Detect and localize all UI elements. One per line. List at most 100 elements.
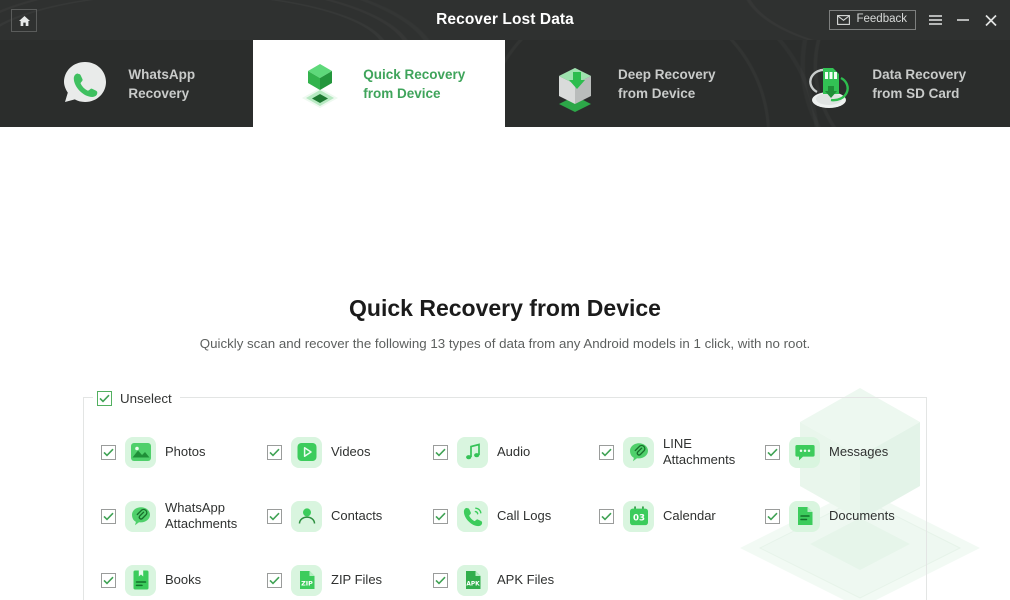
page-description: Quickly scan and recover the following 1… xyxy=(199,336,811,351)
line-attachments-checkbox[interactable] xyxy=(599,444,614,460)
hamburger-menu-icon xyxy=(928,14,943,26)
envelope-icon xyxy=(837,15,851,25)
tab-label: Data Recovery from SD Card xyxy=(872,66,967,101)
feedback-button[interactable]: Feedback xyxy=(829,10,916,30)
contacts-checkbox[interactable] xyxy=(267,508,282,524)
whatsapp-recovery-icon xyxy=(57,56,113,112)
data-type-photos[interactable]: Photos xyxy=(84,420,250,484)
books-checkbox[interactable] xyxy=(101,572,116,588)
close-button[interactable] xyxy=(982,9,1000,31)
whatsapp-icon xyxy=(125,500,156,532)
data-type-row: Photos Videos Audio LINE Attachments Mes… xyxy=(84,420,928,484)
data-type-label: LINE Attachments xyxy=(663,436,736,467)
app-window: Recover Lost Data Feedback WhatsApp Reco… xyxy=(0,0,1010,600)
data-type-row: Books ZIP ZIP Files APK APK Files xyxy=(84,548,928,600)
main-content: Quick Recovery from Device Quickly scan … xyxy=(0,127,1010,600)
calendar-checkbox[interactable] xyxy=(599,508,614,524)
messages-icon xyxy=(789,436,820,468)
videos-checkbox[interactable] xyxy=(267,444,282,460)
data-type-documents[interactable]: Documents xyxy=(748,484,914,548)
apk-files-checkbox[interactable] xyxy=(433,572,448,588)
whatsapp-attachments-checkbox[interactable] xyxy=(101,508,116,524)
title-bar: Recover Lost Data Feedback xyxy=(0,0,1010,40)
data-type-label: Videos xyxy=(331,444,371,459)
checkmark-icon xyxy=(435,512,446,521)
apk-icon: APK xyxy=(457,564,488,596)
photos-icon xyxy=(125,436,156,468)
call-logs-checkbox[interactable] xyxy=(433,508,448,524)
empty-cell xyxy=(582,548,748,600)
data-type-panel: Unselect Photos Videos Audio LINE Attach… xyxy=(83,387,928,600)
mode-tab-bar: WhatsApp Recovery Quick Recovery from De… xyxy=(0,40,1010,127)
minimize-button[interactable] xyxy=(954,9,972,31)
data-type-label: Books xyxy=(165,572,202,587)
line-icon xyxy=(623,436,654,468)
titlebar-controls: Feedback xyxy=(829,0,1000,40)
checkmark-icon xyxy=(435,576,446,585)
tab-label: Quick Recovery from Device xyxy=(363,66,466,101)
tab-deep-recovery[interactable]: Deep Recovery from Device xyxy=(505,40,758,127)
checkmark-icon xyxy=(435,448,446,457)
data-type-label: Messages xyxy=(829,444,889,459)
data-type-row: WhatsApp Attachments Contacts Call Logs … xyxy=(84,484,928,548)
data-type-audio[interactable]: Audio xyxy=(416,420,582,484)
call-logs-icon xyxy=(457,500,488,532)
feedback-label: Feedback xyxy=(856,13,907,26)
data-type-label: Documents xyxy=(829,508,895,523)
apk-label-text: APK xyxy=(466,581,480,587)
calendar-icon: 03 xyxy=(623,500,654,532)
data-type-videos[interactable]: Videos xyxy=(250,420,416,484)
data-type-label: ZIP Files xyxy=(331,572,383,587)
page-title: Quick Recovery from Device xyxy=(349,295,661,321)
zip-icon: ZIP xyxy=(291,564,322,596)
checkmark-icon xyxy=(601,512,612,521)
data-type-call-logs[interactable]: Call Logs xyxy=(416,484,582,548)
data-type-books[interactable]: Books xyxy=(84,548,250,600)
data-type-zip-files[interactable]: ZIP ZIP Files xyxy=(250,548,416,600)
tab-whatsapp-recovery[interactable]: WhatsApp Recovery xyxy=(0,40,253,127)
videos-icon xyxy=(291,436,322,468)
tab-sd-card-recovery[interactable]: Data Recovery from SD Card xyxy=(758,40,1010,127)
audio-icon xyxy=(457,436,488,468)
tab-label: Deep Recovery from Device xyxy=(617,66,716,101)
calendar-day-text: 03 xyxy=(633,514,645,524)
checkmark-icon xyxy=(103,576,114,585)
tab-quick-recovery[interactable]: Quick Recovery from Device xyxy=(252,40,505,127)
data-type-label: WhatsApp Attachments xyxy=(165,500,238,531)
data-type-label: Contacts xyxy=(331,508,383,523)
data-type-apk-files[interactable]: APK APK Files xyxy=(416,548,582,600)
books-icon xyxy=(125,564,156,596)
checkmark-icon xyxy=(767,448,778,457)
data-type-label: Photos xyxy=(165,444,206,459)
tab-label: WhatsApp Recovery xyxy=(128,66,196,101)
data-type-label: Audio xyxy=(497,444,531,459)
menu-button[interactable] xyxy=(926,9,944,31)
data-type-whatsapp-attachments[interactable]: WhatsApp Attachments xyxy=(84,484,250,548)
audio-checkbox[interactable] xyxy=(433,444,448,460)
documents-icon xyxy=(789,500,820,532)
checkmark-icon xyxy=(767,512,778,521)
data-type-calendar[interactable]: 03 Calendar xyxy=(582,484,748,548)
contacts-icon xyxy=(291,500,322,532)
messages-checkbox[interactable] xyxy=(765,444,780,460)
data-type-label: APK Files xyxy=(497,572,555,587)
empty-cell xyxy=(748,548,914,600)
quick-recovery-icon xyxy=(292,56,348,112)
checkmark-icon xyxy=(103,448,114,457)
photos-checkbox[interactable] xyxy=(101,444,116,460)
documents-checkbox[interactable] xyxy=(765,508,780,524)
data-type-grid: Photos Videos Audio LINE Attachments Mes… xyxy=(84,398,928,600)
zip-files-checkbox[interactable] xyxy=(267,572,282,588)
checkmark-icon xyxy=(269,512,280,521)
checkmark-icon xyxy=(103,512,114,521)
sd-card-recovery-icon xyxy=(801,56,857,112)
data-type-label: Calendar xyxy=(663,508,716,523)
checkmark-icon xyxy=(601,448,612,457)
minimize-icon xyxy=(956,14,970,26)
data-type-label: Call Logs xyxy=(497,508,552,523)
checkmark-icon xyxy=(269,576,280,585)
data-type-contacts[interactable]: Contacts xyxy=(250,484,416,548)
data-type-line-attachments[interactable]: LINE Attachments xyxy=(582,420,748,484)
data-type-messages[interactable]: Messages xyxy=(748,420,914,484)
checkmark-icon xyxy=(269,448,280,457)
